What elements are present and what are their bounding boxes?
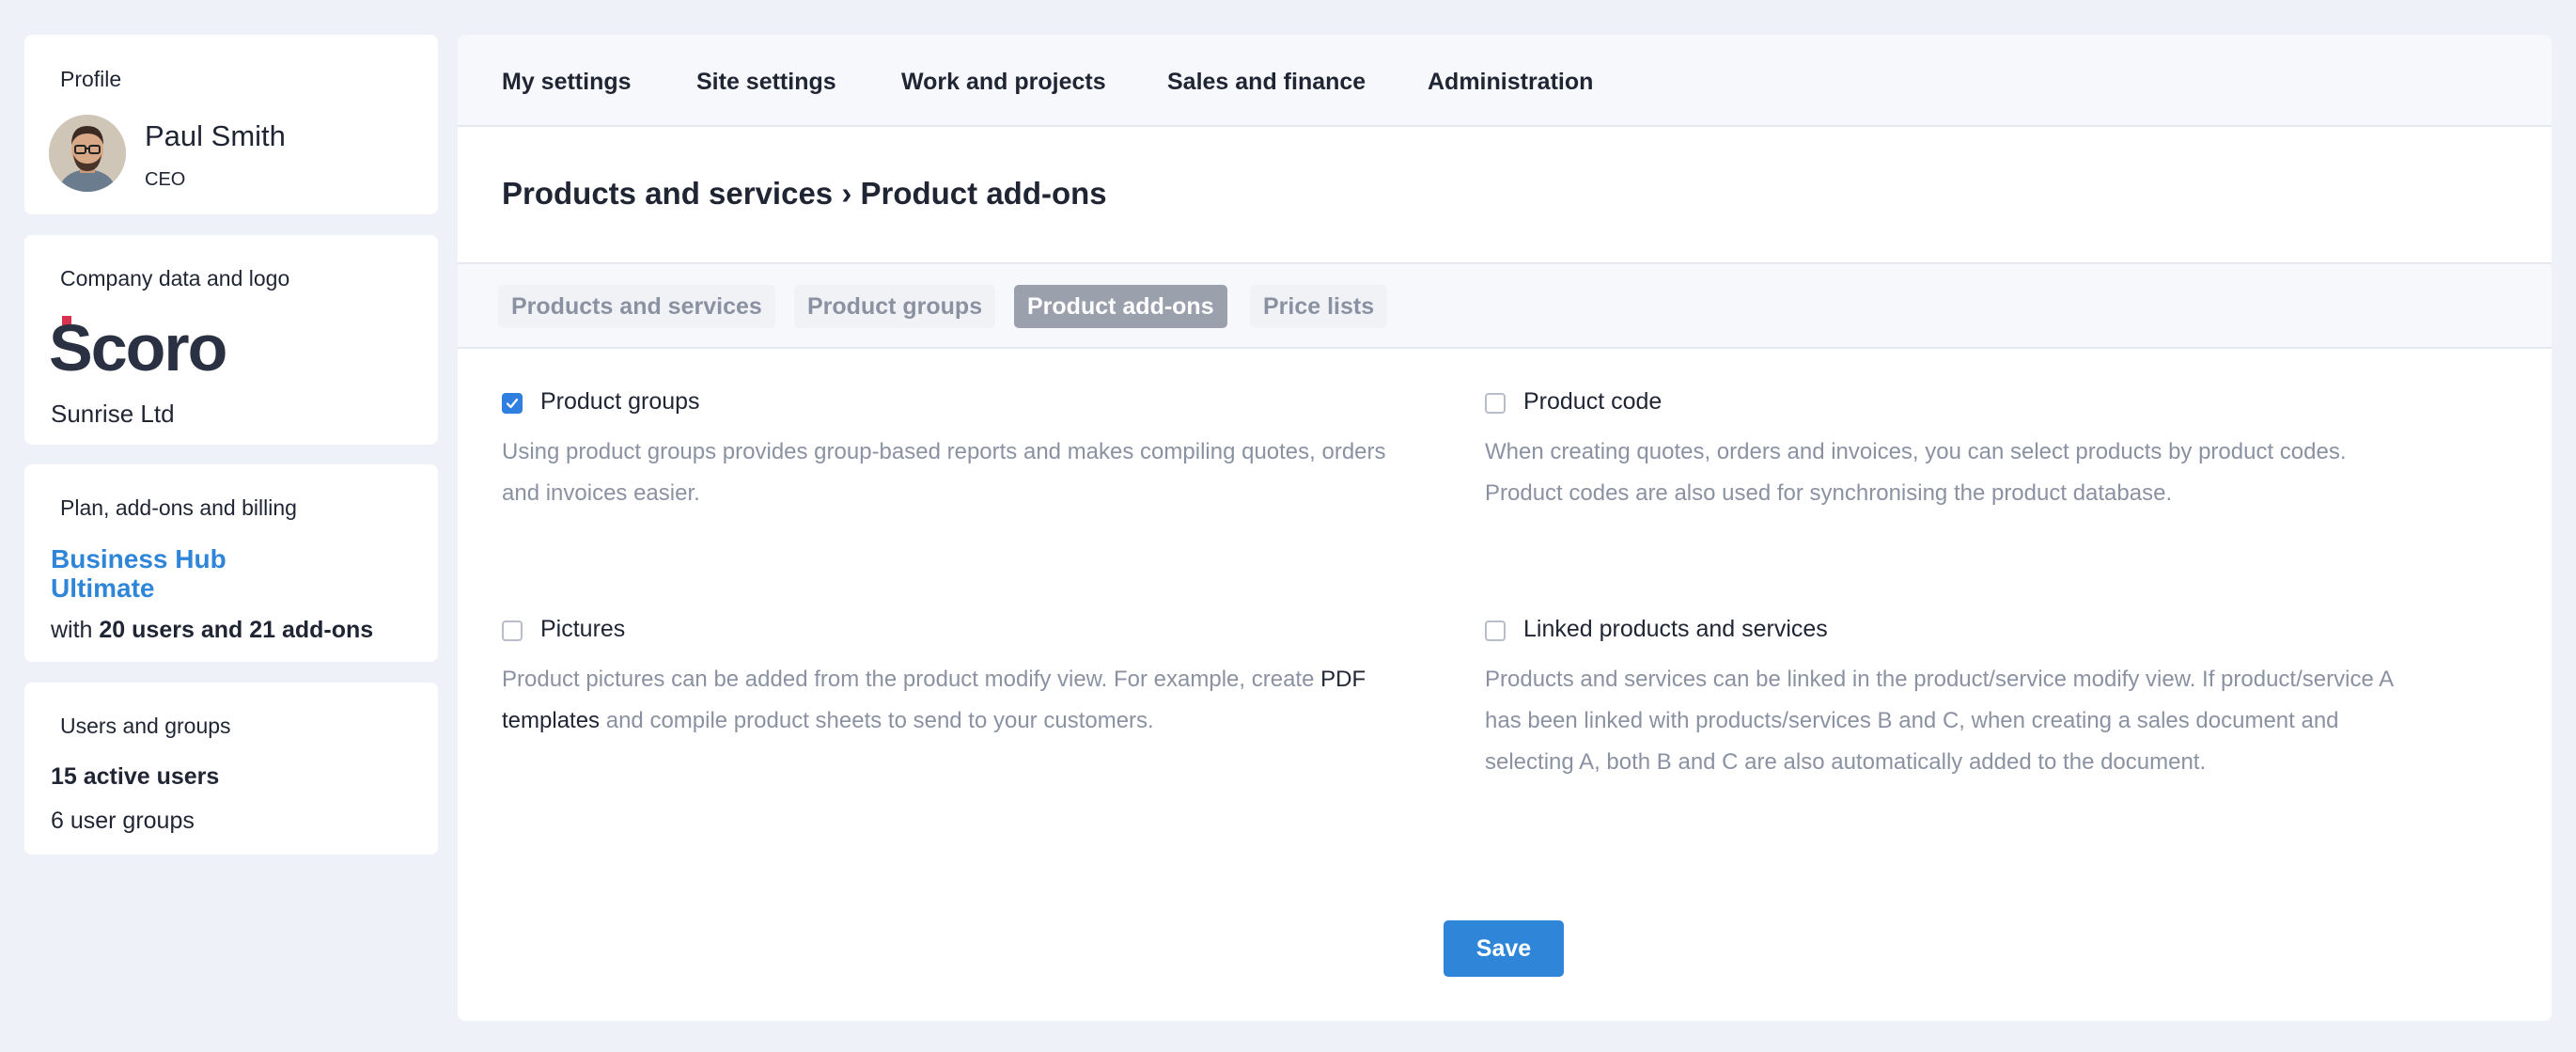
main-panel: My settings Site settings Work and proje… [458,35,2552,1021]
sub-navigation: Products and services Product groups Pro… [458,262,2552,349]
product-groups-checkbox[interactable] [502,393,523,414]
product-code-label[interactable]: Product code [1523,388,1662,416]
profile-role: CEO [145,169,186,190]
user-groups-count: 6 user groups [51,808,195,834]
checkmark-icon [506,398,519,409]
product-groups-description: Using product groups provides group-base… [502,439,1386,506]
scoro-logo: Scoro [49,311,246,385]
tab-product-groups[interactable]: Product groups [794,285,996,328]
company-name: Sunrise Ltd [51,400,175,428]
top-navigation: My settings Site settings Work and proje… [458,35,2552,127]
product-groups-label[interactable]: Product groups [540,388,700,416]
linked-products-description: Products and services can be linked in t… [1485,667,2393,775]
plan-name-line1: Business Hub [51,544,226,573]
plan-name[interactable]: Business Hub Ultimate [51,544,295,603]
page-title: Products and services › Product add-ons [502,176,1107,211]
nav-site-settings[interactable]: Site settings [696,69,836,96]
profile-card-title: Profile [60,67,122,91]
pictures-description-text: Product pictures can be added from the p… [502,667,1321,692]
company-card[interactable]: Company data and logo Scoro Sunrise Ltd [24,235,438,445]
tab-product-add-ons[interactable]: Product add-ons [1014,285,1227,328]
linked-products-checkbox[interactable] [1485,620,1506,641]
product-code-description: When creating quotes, orders and invoice… [1485,439,2347,506]
tab-price-lists[interactable]: Price lists [1250,285,1388,328]
plan-name-line2: Ultimate [51,573,155,603]
tab-products-and-services[interactable]: Products and services [498,285,775,328]
pictures-description-text-end: and compile product sheets to send to yo… [600,708,1154,733]
nav-work-and-projects[interactable]: Work and projects [901,69,1106,96]
plan-details: with 20 users and 21 add-ons [51,617,373,644]
pictures-description: Product pictures can be added from the p… [502,659,1404,742]
save-button[interactable]: Save [1444,920,1564,977]
avatar[interactable] [49,115,126,192]
settings-page: Profile Paul Smith CEO Company data and … [0,0,2576,1052]
plan-details-count: 20 users and 21 add-ons [99,617,374,643]
plan-details-prefix: with [51,617,100,643]
profile-card[interactable]: Profile Paul Smith CEO [24,35,438,214]
profile-name: Paul Smith [145,119,286,152]
pictures-checkbox[interactable] [502,620,523,641]
nav-administration[interactable]: Administration [1428,69,1593,96]
logo-text: Scoro [49,314,226,376]
linked-products-label[interactable]: Linked products and services [1523,616,1828,643]
product-code-checkbox[interactable] [1485,393,1506,414]
users-card[interactable]: Users and groups 15 active users 6 user … [24,683,438,855]
plan-card[interactable]: Plan, add-ons and billing Business Hub U… [24,464,438,662]
pictures-label[interactable]: Pictures [540,616,625,643]
company-card-title: Company data and logo [60,266,290,290]
plan-card-title: Plan, add-ons and billing [60,495,297,520]
active-users-count: 15 active users [51,763,220,790]
nav-my-settings[interactable]: My settings [502,69,632,96]
nav-sales-and-finance[interactable]: Sales and finance [1167,69,1366,96]
users-card-title: Users and groups [60,714,231,738]
